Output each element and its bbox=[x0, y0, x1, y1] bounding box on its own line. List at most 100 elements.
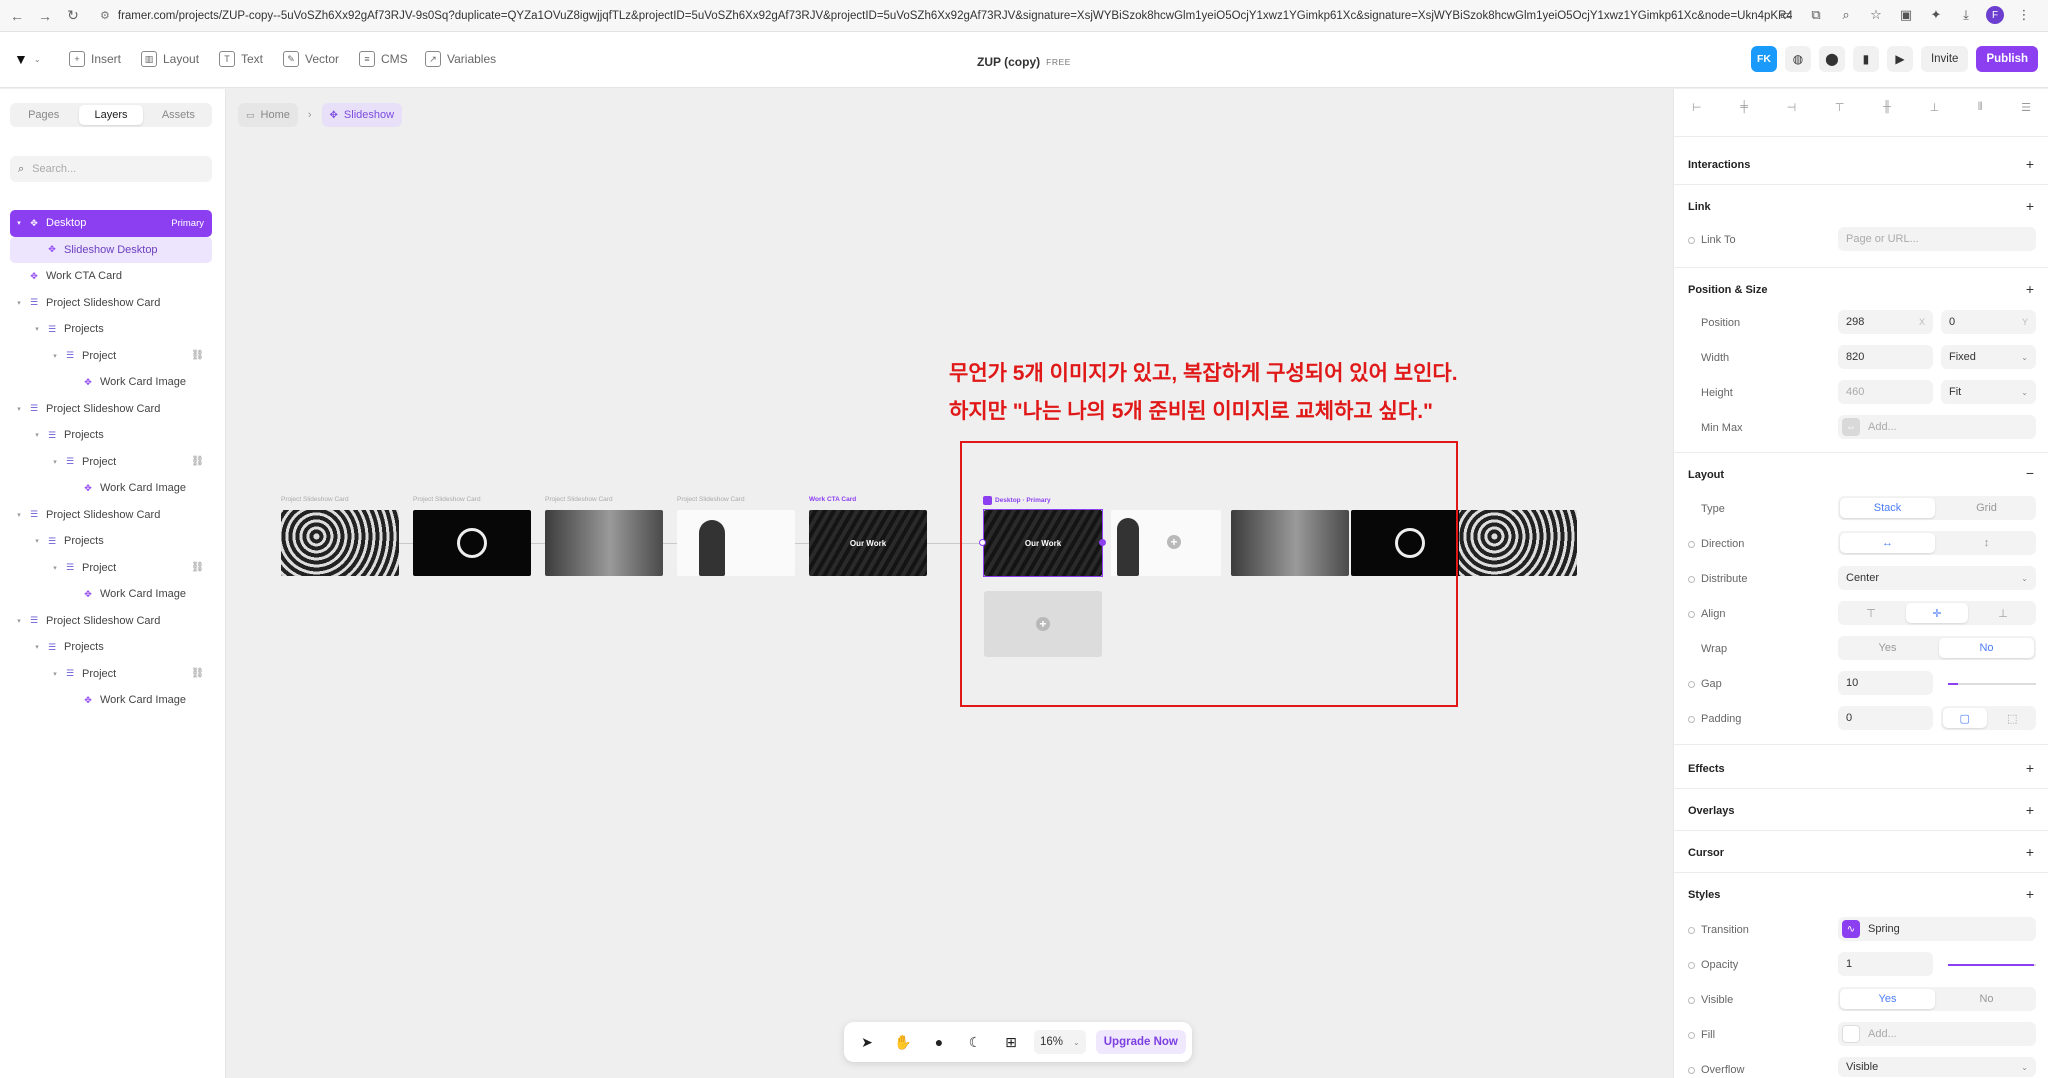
expand-caret-icon[interactable]: ▾ bbox=[32, 643, 42, 651]
extension-icon[interactable]: ▣ bbox=[1896, 5, 1916, 25]
address-bar[interactable]: ⚙ framer.com/projects/ZUP-copy--5uVoSZh6… bbox=[92, 4, 1792, 28]
frame-label-cta[interactable]: Work CTA Card bbox=[809, 496, 856, 503]
link-input[interactable]: Page or URL... bbox=[1838, 227, 2036, 251]
expand-caret-icon[interactable]: ▾ bbox=[32, 537, 42, 545]
site-info-icon[interactable]: ⚙ bbox=[100, 9, 110, 22]
tab-layers[interactable]: Layers bbox=[79, 105, 143, 125]
align-top-icon[interactable]: ⊤ bbox=[1835, 101, 1845, 123]
dark-mode-moon-icon[interactable]: ☾ bbox=[962, 1029, 988, 1055]
reload-icon[interactable]: ↻ bbox=[62, 5, 84, 27]
expand-caret-icon[interactable]: ▾ bbox=[14, 511, 24, 519]
variable-dot-icon[interactable] bbox=[1688, 540, 1695, 548]
padding-uniform-icon[interactable]: ▢ bbox=[1943, 708, 1987, 728]
add-cursor-icon[interactable]: + bbox=[2026, 845, 2034, 859]
remove-layout-icon[interactable]: − bbox=[2026, 466, 2034, 480]
card-image-atom[interactable] bbox=[413, 510, 531, 576]
expand-caret-icon[interactable]: ▾ bbox=[50, 670, 60, 678]
overflow-select[interactable]: Visible ⌄ bbox=[1838, 1057, 2036, 1077]
position-y-input[interactable]: 0Y bbox=[1941, 310, 2036, 334]
width-mode-select[interactable]: Fixed ⌄ bbox=[1941, 345, 2036, 369]
layer-row[interactable]: ▾ ☰ Project Slideshow Card bbox=[10, 502, 212, 529]
align-end-icon[interactable]: ⊥ bbox=[1972, 603, 2034, 623]
frame-label-card1[interactable]: Project Slideshow Card bbox=[281, 496, 349, 503]
add-position-icon[interactable]: + bbox=[2026, 282, 2034, 296]
align-left-icon[interactable]: ⊢ bbox=[1692, 101, 1702, 123]
preview-play-icon[interactable]: ▶ bbox=[1886, 46, 1913, 72]
layer-row[interactable]: ✥ Slideshow Desktop bbox=[10, 236, 212, 263]
layers-search[interactable]: ⌕ Search... bbox=[10, 156, 212, 182]
cta-card[interactable]: Our Work bbox=[809, 510, 927, 576]
padding-input[interactable]: 0 bbox=[1838, 706, 1933, 730]
expand-caret-icon[interactable]: ▾ bbox=[32, 431, 42, 439]
layer-row[interactable]: ✥ Work Card Image bbox=[10, 687, 212, 714]
expand-caret-icon[interactable]: ▾ bbox=[50, 458, 60, 466]
expand-caret-icon[interactable]: ▾ bbox=[14, 405, 24, 413]
align-start-icon[interactable]: ⊤ bbox=[1840, 603, 1902, 623]
layer-row[interactable]: ▾ ☰ Projects bbox=[10, 422, 212, 449]
cms-button[interactable]: ≡ CMS bbox=[359, 51, 408, 67]
zoom-icon[interactable]: ⌕ bbox=[1836, 5, 1856, 25]
distribute-v-icon[interactable]: ☰ bbox=[2021, 101, 2031, 123]
globe-icon[interactable]: ◍ bbox=[1784, 46, 1811, 72]
add-effect-icon[interactable]: + bbox=[2026, 761, 2034, 775]
project-title[interactable]: ZUP (copy) FREE bbox=[977, 55, 1071, 69]
frame-label-card4[interactable]: Project Slideshow Card bbox=[677, 496, 745, 503]
variable-dot-icon[interactable] bbox=[1688, 961, 1695, 969]
expand-caret-icon[interactable]: ▾ bbox=[50, 352, 60, 360]
direction-vertical-icon[interactable]: ↕ bbox=[1939, 533, 2034, 553]
transition-input[interactable]: ∿ Spring bbox=[1838, 917, 2036, 941]
framer-menu-button[interactable]: ▼ ⌄ bbox=[14, 51, 41, 67]
gap-input[interactable]: 10 bbox=[1838, 671, 1933, 695]
menu-kebab-icon[interactable]: ⋮ bbox=[2014, 5, 2034, 25]
variable-dot-icon[interactable] bbox=[1688, 926, 1695, 934]
variable-dot-icon[interactable] bbox=[1688, 996, 1695, 1004]
layer-row[interactable]: ▾ ☰ Project ⛓ bbox=[10, 661, 212, 688]
width-input[interactable]: 820 bbox=[1838, 345, 1933, 369]
tab-pages[interactable]: Pages bbox=[12, 105, 75, 125]
download-icon[interactable]: ⤓ bbox=[1956, 5, 1976, 25]
visible-no-option[interactable]: No bbox=[1939, 989, 2034, 1009]
gap-slider[interactable] bbox=[1948, 683, 2036, 685]
link-icon[interactable]: ⛓ bbox=[191, 350, 204, 361]
settings-icon[interactable]: ⬤ bbox=[1818, 46, 1845, 72]
install-icon[interactable]: ⧉ bbox=[1806, 5, 1826, 25]
align-right-icon[interactable]: ⊣ bbox=[1787, 101, 1797, 123]
link-icon[interactable]: ⛓ bbox=[191, 456, 204, 467]
grid-icon[interactable]: ⊞ bbox=[998, 1029, 1024, 1055]
expand-caret-icon[interactable]: ▾ bbox=[14, 219, 24, 227]
layer-row[interactable]: ▾ ☰ Project Slideshow Card bbox=[10, 290, 212, 317]
height-mode-select[interactable]: Fit ⌄ bbox=[1941, 380, 2036, 404]
height-input[interactable]: 460 bbox=[1838, 380, 1933, 404]
layer-row[interactable]: ▾ ✥ Desktop Primary bbox=[10, 210, 212, 237]
breadcrumb-home[interactable]: ▭ Home bbox=[238, 103, 298, 127]
expand-caret-icon[interactable]: ▾ bbox=[32, 325, 42, 333]
profile-avatar[interactable]: F bbox=[1986, 6, 2004, 24]
comment-icon[interactable]: ● bbox=[926, 1029, 952, 1055]
pointer-icon[interactable]: ➤ bbox=[854, 1029, 880, 1055]
padding-individual-icon[interactable]: ⬚ bbox=[1991, 708, 2035, 728]
fill-input[interactable]: Add... bbox=[1838, 1022, 2036, 1046]
position-x-input[interactable]: 298 X bbox=[1838, 310, 1933, 334]
align-center-v-icon[interactable]: ╫ bbox=[1883, 101, 1891, 123]
desktop-slide-pattern[interactable] bbox=[1459, 510, 1577, 576]
layer-row[interactable]: ▾ ☰ Projects bbox=[10, 316, 212, 343]
layer-row[interactable]: ▾ ☰ Project Slideshow Card bbox=[10, 608, 212, 635]
opacity-input[interactable]: 1 bbox=[1838, 952, 1933, 976]
layer-row[interactable]: ▾ ☰ Project ⛓ bbox=[10, 555, 212, 582]
text-button[interactable]: T Text bbox=[219, 51, 263, 67]
hand-icon[interactable]: ✋ bbox=[890, 1029, 916, 1055]
publish-button[interactable]: Publish bbox=[1976, 46, 2038, 72]
insert-button[interactable]: + Insert bbox=[69, 51, 121, 67]
wrap-no-option[interactable]: No bbox=[1939, 638, 2034, 658]
frame-label-card2[interactable]: Project Slideshow Card bbox=[413, 496, 481, 503]
variable-dot-icon[interactable] bbox=[1688, 1066, 1695, 1074]
layer-row[interactable]: ▾ ☰ Projects bbox=[10, 528, 212, 555]
direction-horizontal-icon[interactable]: ↔ bbox=[1840, 533, 1935, 553]
forward-arrow-icon[interactable]: → bbox=[34, 5, 56, 27]
wrap-yes-option[interactable]: Yes bbox=[1840, 638, 1935, 658]
link-icon[interactable]: ⛓ bbox=[191, 668, 204, 679]
add-link-icon[interactable]: + bbox=[2026, 199, 2034, 213]
analytics-icon[interactable]: ▮ bbox=[1852, 46, 1879, 72]
back-arrow-icon[interactable]: ← bbox=[6, 5, 28, 27]
card-image-portrait[interactable] bbox=[677, 510, 795, 576]
